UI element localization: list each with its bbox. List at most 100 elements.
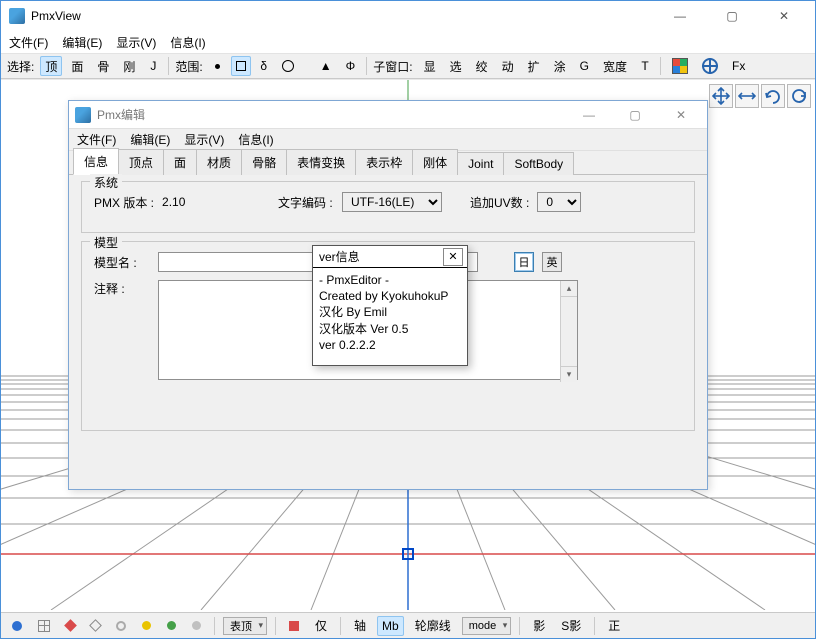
- child-8[interactable]: T: [636, 56, 654, 76]
- child-3[interactable]: 动: [497, 56, 519, 76]
- range-point[interactable]: [209, 56, 227, 76]
- range-rect[interactable]: [231, 56, 251, 76]
- viewport-handles: [709, 84, 811, 108]
- scroll-up-icon[interactable]: ▴: [561, 281, 577, 297]
- model-name-label: 模型名 :: [94, 254, 150, 271]
- ver-body: - PmxEditor - Created by KyokuhokuP 汉化 B…: [313, 268, 467, 365]
- fx-button[interactable]: Fx: [727, 56, 750, 76]
- pmxedit-minimize[interactable]: —: [569, 103, 609, 127]
- pmxedit-maximize[interactable]: ▢: [615, 103, 655, 127]
- move-horizontal-icon[interactable]: [735, 84, 759, 108]
- sb-dot-yellow[interactable]: [137, 616, 156, 636]
- ver-info-modal: ver信息 ✕ - PmxEditor - Created by Kyokuho…: [312, 245, 468, 366]
- app-icon: [75, 107, 91, 123]
- maximize-button[interactable]: ▢: [709, 1, 755, 31]
- encoding-label: 文字编码 :: [278, 194, 334, 211]
- select-label: 选择:: [7, 58, 34, 75]
- sb-dot-blue[interactable]: [7, 616, 27, 636]
- uv-select[interactable]: 0: [537, 192, 581, 212]
- sb-outline[interactable]: 轮廓线: [410, 616, 456, 636]
- range-delta[interactable]: δ: [255, 56, 273, 76]
- pmxedit-titlebar[interactable]: Pmx编辑 — ▢ ✕: [69, 101, 707, 129]
- sb-mb[interactable]: Mb: [377, 616, 404, 636]
- menu-info[interactable]: 信息(I): [238, 131, 273, 148]
- lang-jp-button[interactable]: 日: [514, 252, 534, 272]
- tab-morph[interactable]: 表情变换: [286, 149, 356, 175]
- ver-close-button[interactable]: ✕: [443, 248, 463, 266]
- select-joint[interactable]: J: [144, 56, 162, 76]
- sb-dot-green[interactable]: [162, 616, 181, 636]
- range-triangle[interactable]: ▲: [303, 56, 337, 76]
- range-diamond[interactable]: Φ: [341, 56, 361, 76]
- tab-softbody[interactable]: SoftBody: [503, 152, 574, 175]
- sb-front[interactable]: 正: [603, 616, 625, 636]
- range-circle[interactable]: [277, 56, 299, 76]
- main-title: PmxView: [31, 9, 81, 23]
- lang-en-button[interactable]: 英: [542, 252, 562, 272]
- main-menubar: 文件(F) 编辑(E) 显示(V) 信息(I): [1, 31, 815, 53]
- sb-ring-grey[interactable]: [111, 616, 131, 636]
- sb-sshadow[interactable]: S影: [556, 616, 586, 636]
- child-0[interactable]: 显: [419, 56, 441, 76]
- menu-edit[interactable]: 编辑(E): [62, 34, 102, 51]
- menu-view[interactable]: 显示(V): [184, 131, 224, 148]
- pmxedit-title: Pmx编辑: [97, 106, 145, 123]
- child-2[interactable]: 绞: [471, 56, 493, 76]
- statusbar: 表顶 仅 轴 Mb 轮廓线 mode 影 S影 正: [1, 612, 815, 638]
- sb-diamond-hollow[interactable]: [86, 616, 105, 636]
- child-5[interactable]: 涂: [549, 56, 571, 76]
- ver-title: ver信息: [319, 248, 360, 265]
- pmxedit-menubar: 文件(F) 编辑(E) 显示(V) 信息(I): [69, 129, 707, 151]
- encoding-select[interactable]: UTF-16(LE): [342, 192, 442, 212]
- sb-dot-grey[interactable]: [187, 616, 206, 636]
- pan-handle-icon[interactable]: [709, 84, 733, 108]
- sb-shadow[interactable]: 影: [528, 616, 550, 636]
- menu-file[interactable]: 文件(F): [77, 131, 116, 148]
- tab-vertex[interactable]: 顶点: [118, 149, 164, 175]
- select-bone[interactable]: 骨: [92, 56, 114, 76]
- pmx-version-label: PMX 版本 :: [94, 194, 154, 211]
- child-1[interactable]: 选: [445, 56, 467, 76]
- pmxedit-close[interactable]: ✕: [661, 103, 701, 127]
- minimize-button[interactable]: —: [657, 1, 703, 31]
- tab-joint[interactable]: Joint: [457, 152, 504, 175]
- sb-square-red[interactable]: [284, 616, 304, 636]
- tab-info[interactable]: 信息: [73, 148, 119, 175]
- origin-marker: [402, 548, 414, 560]
- tab-rigid[interactable]: 刚体: [412, 149, 458, 175]
- orbit-handle-icon[interactable]: [787, 84, 811, 108]
- view-globe[interactable]: [697, 56, 723, 76]
- pmxedit-tabs: 信息 顶点 面 材质 骨骼 表情变换 表示枠 刚体 Joint SoftBody: [69, 151, 707, 175]
- child-7[interactable]: 宽度: [598, 56, 632, 76]
- range-label: 范围:: [175, 58, 202, 75]
- menu-info[interactable]: 信息(I): [170, 34, 205, 51]
- tab-bone[interactable]: 骨骼: [241, 149, 287, 175]
- view-quad[interactable]: [667, 56, 693, 76]
- menu-view[interactable]: 显示(V): [116, 34, 156, 51]
- select-vertex[interactable]: 顶: [40, 56, 62, 76]
- sb-axis[interactable]: 轴: [349, 616, 371, 636]
- select-rigid[interactable]: 刚: [118, 56, 140, 76]
- tab-material[interactable]: 材质: [196, 149, 242, 175]
- child-4[interactable]: 扩: [523, 56, 545, 76]
- sb-grid-icon[interactable]: [33, 616, 55, 636]
- pmx-version-value: 2.10: [162, 195, 222, 209]
- menu-edit[interactable]: 编辑(E): [130, 131, 170, 148]
- ver-titlebar[interactable]: ver信息 ✕: [313, 246, 467, 268]
- group-system: 系统 PMX 版本 : 2.10 文字编码 : UTF-16(LE) 追加UV数…: [81, 181, 695, 233]
- child-label: 子窗口:: [373, 58, 412, 75]
- close-button[interactable]: ✕: [761, 1, 807, 31]
- uv-label: 追加UV数 :: [470, 194, 529, 211]
- main-toolbar: 选择: 顶 面 骨 刚 J 范围: δ ▲ Φ 子窗口: 显 选 绞 动 扩 涂…: [1, 53, 815, 79]
- select-face[interactable]: 面: [66, 56, 88, 76]
- sb-diamond-red[interactable]: [61, 616, 80, 636]
- tab-display[interactable]: 表示枠: [355, 149, 413, 175]
- scroll-down-icon[interactable]: ▾: [561, 366, 577, 382]
- rotate-handle-icon[interactable]: [761, 84, 785, 108]
- sb-surface-dd[interactable]: 表顶: [223, 617, 267, 635]
- menu-file[interactable]: 文件(F): [9, 34, 48, 51]
- child-6[interactable]: G: [575, 56, 594, 76]
- tab-face[interactable]: 面: [163, 149, 197, 175]
- sb-only[interactable]: 仅: [310, 616, 332, 636]
- sb-mode-dd[interactable]: mode: [462, 617, 512, 635]
